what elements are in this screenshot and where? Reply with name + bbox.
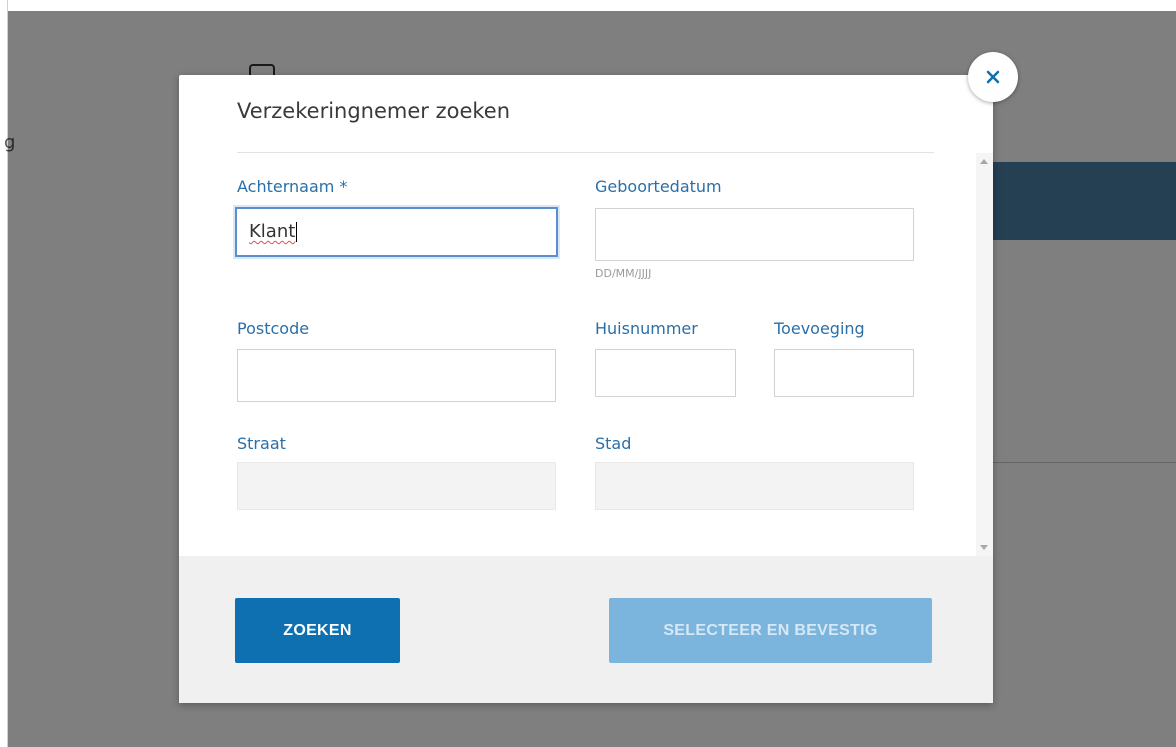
close-dialog-button[interactable] bbox=[968, 52, 1018, 102]
city-input bbox=[595, 462, 914, 510]
birthdate-input[interactable] bbox=[595, 208, 914, 261]
house-number-label: Huisnummer bbox=[595, 319, 698, 338]
postcode-label: Postcode bbox=[237, 319, 310, 338]
search-button[interactable]: ZOEKEN bbox=[235, 598, 400, 663]
select-confirm-button: SELECTEER EN BEVESTIG bbox=[609, 598, 932, 663]
last-name-label: Achternaam * bbox=[237, 177, 348, 196]
scroll-down-icon[interactable] bbox=[980, 545, 988, 550]
page-top-bar bbox=[8, 0, 1176, 11]
house-number-input[interactable] bbox=[595, 349, 736, 397]
postcode-input[interactable] bbox=[237, 349, 556, 402]
dialog-title: Verzekeringnemer zoeken bbox=[237, 99, 511, 123]
title-divider bbox=[237, 152, 934, 153]
text-caret bbox=[296, 222, 298, 242]
addition-input[interactable] bbox=[774, 349, 914, 397]
last-name-value: Klant bbox=[249, 221, 296, 242]
dialog-footer: ZOEKEN SELECTEER EN BEVESTIG bbox=[179, 556, 993, 703]
app-root: g Verzekeringnemer zoeken Achternaam * K… bbox=[0, 0, 1176, 747]
addition-label: Toevoeging bbox=[774, 319, 865, 338]
street-label: Straat bbox=[237, 434, 286, 453]
dialog-scrollbar[interactable] bbox=[976, 153, 993, 556]
search-policyholder-dialog: Verzekeringnemer zoeken Achternaam * Kla… bbox=[179, 75, 993, 703]
birthdate-format-hint: DD/MM/JJJJ bbox=[595, 267, 652, 280]
last-name-input[interactable]: Klant bbox=[235, 207, 558, 257]
birthdate-label: Geboortedatum bbox=[595, 177, 722, 196]
street-input bbox=[237, 462, 556, 510]
close-icon bbox=[986, 70, 1000, 84]
scroll-up-icon[interactable] bbox=[980, 159, 988, 164]
city-label: Stad bbox=[595, 434, 632, 453]
